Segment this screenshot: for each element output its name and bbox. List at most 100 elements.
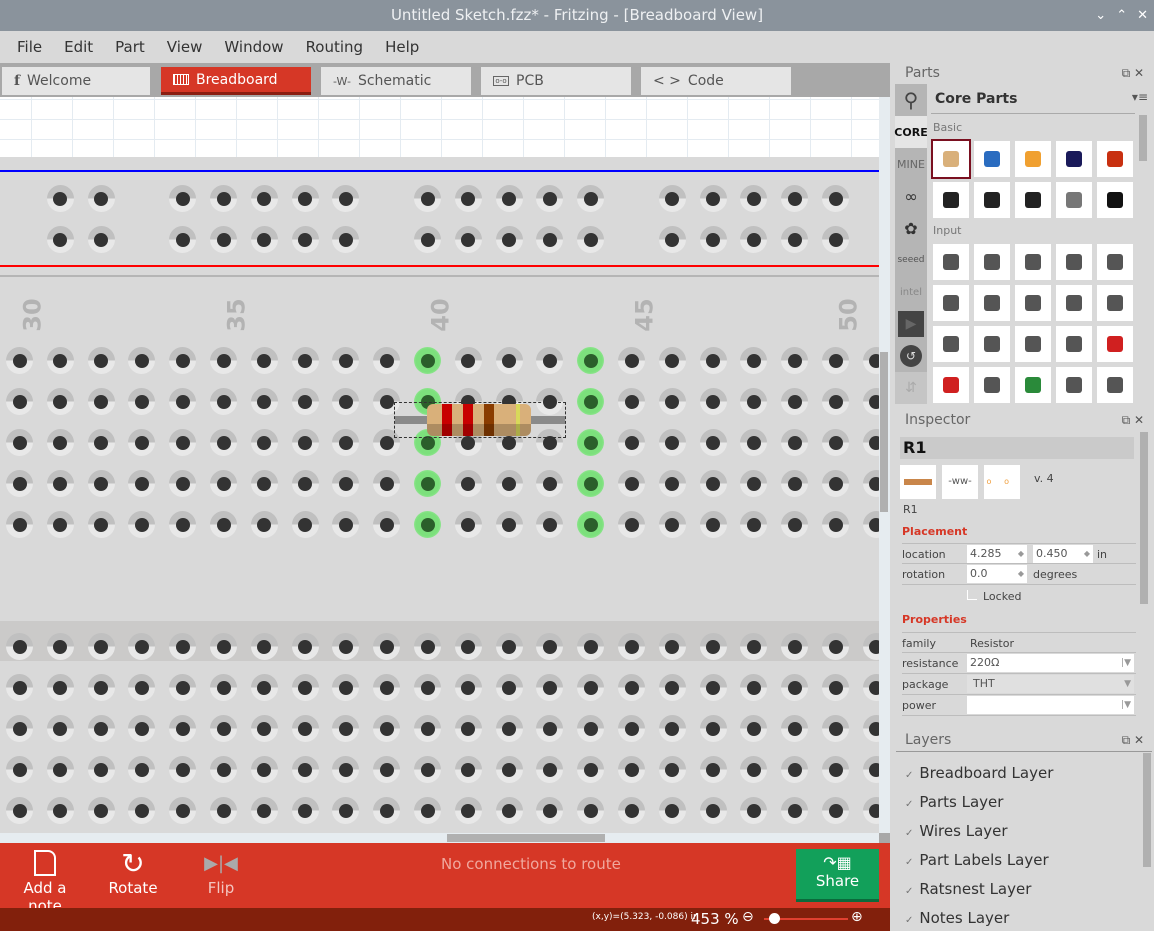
- breadboard-hole[interactable]: [291, 756, 319, 783]
- part-accelerometer[interactable]: [1097, 326, 1133, 362]
- breadboard-hole[interactable]: [250, 226, 278, 253]
- breadboard-hole[interactable]: [210, 674, 237, 701]
- bin-scroll-icon[interactable]: ⇵: [895, 372, 927, 404]
- breadboard-hole[interactable]: [414, 756, 441, 783]
- breadboard-hole[interactable]: [373, 756, 401, 783]
- breadboard-hole[interactable]: [699, 429, 727, 456]
- breadboard-hole[interactable]: [740, 185, 768, 212]
- breadboard-hole[interactable]: [373, 797, 401, 824]
- bin-core[interactable]: CORE: [894, 116, 928, 148]
- breadboard-hole[interactable]: [46, 185, 74, 212]
- breadboard-hole[interactable]: [250, 756, 278, 783]
- zoom-slider[interactable]: [764, 913, 848, 924]
- breadboard-hole[interactable]: [6, 674, 33, 701]
- breadboard-hole[interactable]: [740, 347, 768, 374]
- menu-edit[interactable]: Edit: [53, 38, 104, 56]
- breadboard-hole[interactable]: [210, 797, 237, 824]
- breadboard-hole[interactable]: [250, 388, 278, 415]
- breadboard-hole[interactable]: [740, 797, 768, 824]
- breadboard-hole[interactable]: [740, 756, 768, 783]
- breadboard-hole[interactable]: [169, 511, 197, 538]
- breadboard-hole[interactable]: [536, 511, 564, 538]
- part-resistor[interactable]: [931, 139, 971, 179]
- scroll-thumb[interactable]: [880, 352, 888, 512]
- breadboard-hole[interactable]: [414, 185, 441, 212]
- breadboard-hole[interactable]: [781, 185, 809, 212]
- arduino-bin-icon[interactable]: ∞: [895, 180, 927, 212]
- part-fet-transistor[interactable]: [1056, 182, 1092, 218]
- breadboard-hole[interactable]: [536, 470, 564, 497]
- breadboard-hole[interactable]: [454, 674, 482, 701]
- menu-window[interactable]: Window: [213, 38, 294, 56]
- share-button[interactable]: ↷▦ Share: [796, 849, 879, 902]
- breadboard-hole[interactable]: [862, 429, 879, 456]
- breadboard-hole[interactable]: [699, 756, 727, 783]
- breadboard-hole[interactable]: [210, 347, 237, 374]
- breadboard-hole[interactable]: [577, 429, 605, 456]
- breadboard-hole[interactable]: [699, 470, 727, 497]
- breadboard-hole[interactable]: [87, 226, 115, 253]
- breadboard-hole[interactable]: [454, 633, 482, 660]
- breadboard-hole[interactable]: [6, 347, 33, 374]
- breadboard-hole[interactable]: [618, 797, 645, 824]
- part-tilt-sensor[interactable]: [1097, 285, 1133, 321]
- breadboard-hole[interactable]: [495, 633, 523, 660]
- breadboard-hole[interactable]: [373, 511, 401, 538]
- breadboard-hole[interactable]: [46, 470, 74, 497]
- breadboard-hole[interactable]: [822, 347, 849, 374]
- breadboard-hole[interactable]: [822, 226, 849, 253]
- breadboard-hole[interactable]: [658, 347, 686, 374]
- snootlab-bin-icon[interactable]: ▶: [895, 308, 927, 340]
- breadboard-hole[interactable]: [210, 429, 237, 456]
- breadboard-hole[interactable]: [495, 674, 523, 701]
- breadboard-hole[interactable]: [6, 797, 33, 824]
- breadboard-hole[interactable]: [169, 756, 197, 783]
- part-photocell[interactable]: [1015, 326, 1051, 362]
- part-reed-switch[interactable]: [974, 285, 1010, 321]
- breadboard-hole[interactable]: [332, 429, 360, 456]
- breadboard-hole[interactable]: [658, 470, 686, 497]
- breadboard-hole[interactable]: [781, 511, 809, 538]
- breadboard-hole[interactable]: [87, 511, 115, 538]
- breadboard-hole[interactable]: [658, 674, 686, 701]
- breadboard-hole[interactable]: [699, 797, 727, 824]
- breadboard-hole[interactable]: [169, 388, 197, 415]
- breadboard-hole[interactable]: [699, 674, 727, 701]
- part-slide-potentiometer[interactable]: [1015, 244, 1051, 280]
- breadboard-hole[interactable]: [781, 347, 809, 374]
- breadboard-hole[interactable]: [169, 633, 197, 660]
- breadboard-hole[interactable]: [862, 674, 879, 701]
- breadboard-hole[interactable]: [210, 226, 237, 253]
- breadboard-hole[interactable]: [862, 388, 879, 415]
- breadboard-hole[interactable]: [414, 226, 441, 253]
- breadboard-hole[interactable]: [414, 715, 441, 742]
- breadboard-hole[interactable]: [495, 715, 523, 742]
- breadboard-hole[interactable]: [658, 797, 686, 824]
- canvas-vertical-scrollbar[interactable]: [879, 97, 890, 833]
- breadboard-hole[interactable]: [210, 756, 237, 783]
- breadboard-hole[interactable]: [658, 185, 686, 212]
- breadboard-hole[interactable]: [210, 633, 237, 660]
- breadboard-hole[interactable]: [210, 388, 237, 415]
- breadboard-hole[interactable]: [332, 388, 360, 415]
- breadboard-hole[interactable]: [87, 674, 115, 701]
- part-flex-sensor[interactable]: [974, 326, 1010, 362]
- breadboard-hole[interactable]: [6, 715, 33, 742]
- breadboard-hole[interactable]: [210, 511, 237, 538]
- dock-controls[interactable]: ⧉ ✕: [1122, 733, 1144, 748]
- lilypad-bin-icon[interactable]: ↺: [895, 340, 927, 372]
- breadboard-hole[interactable]: [291, 797, 319, 824]
- close-icon[interactable]: ✕: [1137, 0, 1148, 31]
- part-breakout-board[interactable]: [933, 367, 969, 403]
- rotation-input[interactable]: 0.0 ◆: [967, 565, 1027, 583]
- breadboard-hole[interactable]: [740, 226, 768, 253]
- breadboard-hole[interactable]: [414, 674, 441, 701]
- breadboard-hole[interactable]: [87, 633, 115, 660]
- breadboard-hole[interactable]: [6, 429, 33, 456]
- menu-help[interactable]: Help: [374, 38, 430, 56]
- tab-code[interactable]: < > Code: [641, 67, 791, 95]
- breadboard-hole[interactable]: [495, 470, 523, 497]
- minimize-icon[interactable]: ⌄: [1095, 0, 1106, 31]
- flip-button[interactable]: ▶|◀ Flip: [200, 847, 242, 898]
- breadboard-hole[interactable]: [495, 185, 523, 212]
